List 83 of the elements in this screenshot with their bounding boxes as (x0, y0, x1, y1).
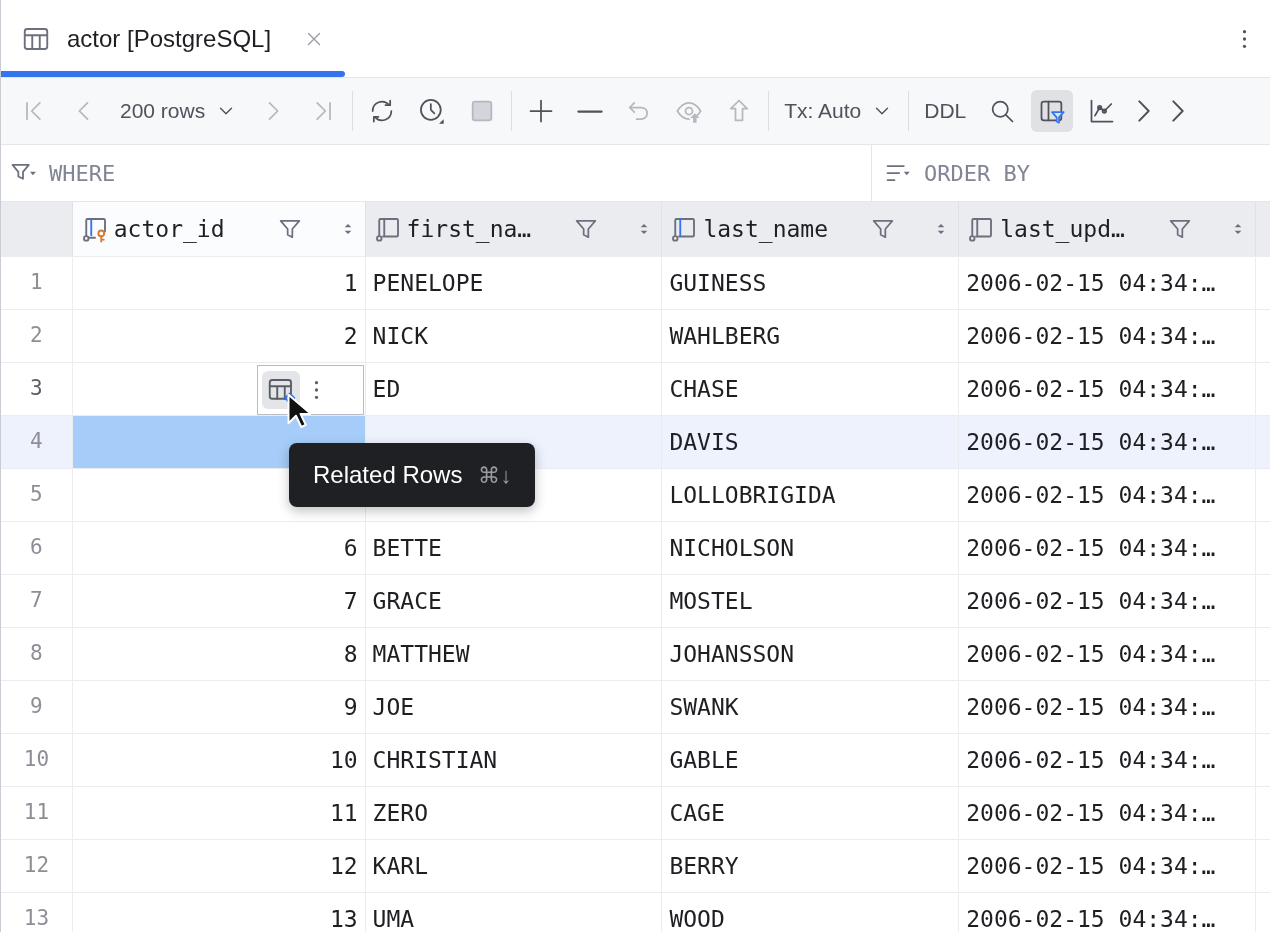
table-cell: JOHANSSON (662, 628, 960, 680)
editor-tab[interactable]: actor [PostgreSQL] (1, 0, 346, 77)
row-number: 9 (1, 681, 73, 733)
table-cell: 13 (72, 893, 366, 932)
column-name: last_upd… (1000, 214, 1125, 245)
table-cell: WAHLBERG (662, 310, 960, 362)
table-cell: GABLE (662, 734, 960, 786)
table-cell: GRACE (365, 575, 663, 627)
table-cell: CAGE (662, 787, 960, 839)
table-cell: 7 (72, 575, 366, 627)
table-cell: NICK (365, 310, 663, 362)
row-number: 6 (1, 522, 73, 574)
table-cell: 2006-02-15 04:34:… (959, 575, 1257, 627)
table-cell: ZERO (365, 787, 663, 839)
row-number: 3 (1, 363, 73, 415)
table-cell: 1 (72, 257, 366, 309)
column-name: last_name (703, 214, 829, 245)
table-cell: GUINESS (662, 257, 960, 309)
table-cell: MATTHEW (365, 628, 663, 680)
table-cell: 2006-02-15 04:34:… (959, 628, 1257, 680)
table-cell: CHRISTIAN (365, 734, 663, 786)
table-cell: WOOD (662, 893, 960, 932)
table-cell: 2006-02-15 04:34:… (959, 840, 1257, 892)
table-cell: 12 (72, 840, 366, 892)
row-number: 11 (1, 787, 73, 839)
table-cell: 2 (72, 310, 366, 362)
column-name: first_na… (406, 214, 532, 245)
table-cell: DAVIS (662, 416, 960, 468)
chevron-right-icon (1138, 100, 1151, 122)
table-cell: 2006-02-15 04:34:… (959, 257, 1257, 309)
table-cell: NICHOLSON (662, 522, 960, 574)
table-cell: 2006-02-15 04:34:… (959, 522, 1257, 574)
table-cell: 2006-02-15 04:34:… (959, 310, 1257, 362)
column-header[interactable]: actor_id (72, 202, 366, 256)
table-cell: 2006-02-15 04:34:… (959, 787, 1257, 839)
ddl-button[interactable]: DDL (917, 88, 974, 134)
row-number: 1 (1, 257, 73, 309)
filter-panel-button[interactable] (1031, 90, 1074, 132)
row-number: 12 (1, 840, 73, 892)
table-cell: UMA (365, 893, 663, 932)
table-cell: 6 (72, 522, 366, 574)
table-cell: 8 (72, 628, 366, 680)
table-cell: CHASE (662, 363, 960, 415)
table-cell: 2006-02-15 04:34:… (959, 469, 1257, 521)
table-cell: 2006-02-15 04:34:… (959, 363, 1257, 415)
chevron-right-icon (1172, 100, 1185, 122)
shortcut-label: ⌘↓ (478, 461, 512, 490)
table-cell: PENELOPE (365, 257, 663, 309)
table-cell: 9 (72, 681, 366, 733)
tooltip-label: Related Rows (313, 460, 463, 490)
table-cell: 2006-02-15 04:34:… (959, 681, 1257, 733)
where-field[interactable]: WHERE (47, 155, 863, 191)
row-number: 8 (1, 628, 73, 680)
row-number: 4 (1, 416, 73, 468)
table-cell: BERRY (662, 840, 960, 892)
row-number: 10 (1, 734, 73, 786)
column-name: actor_id (113, 214, 225, 245)
page-size-dropdown[interactable]: 200 rows (113, 88, 245, 134)
table-cell: 11 (72, 787, 366, 839)
clock-icon (418, 97, 447, 125)
column-header[interactable]: last_name (662, 202, 960, 256)
row-number: 2 (1, 310, 73, 362)
minus-icon (577, 109, 604, 113)
table-cell: 10 (72, 734, 366, 786)
table-cell: BETTE (365, 522, 663, 574)
table-cell: LOLLOBRIGIDA (662, 469, 960, 521)
row-number: 7 (1, 575, 73, 627)
row-number: 13 (1, 893, 73, 932)
table-cell: ED (365, 363, 663, 415)
table-cell: KARL (365, 840, 663, 892)
kebab-icon (1242, 28, 1247, 49)
kebab-icon (313, 380, 319, 400)
table-cell: JOE (365, 681, 663, 733)
table-cell: SWANK (662, 681, 960, 733)
order-by-field[interactable]: ORDER BY (922, 155, 1262, 191)
transaction-mode-dropdown[interactable]: Tx: Auto (777, 88, 901, 134)
table-cell: 2006-02-15 04:34:… (959, 416, 1257, 468)
table-cell: MOSTEL (662, 575, 960, 627)
column-header[interactable]: first_na… (365, 202, 663, 256)
table-cell: 2006-02-15 04:34:… (959, 734, 1257, 786)
row-number: 5 (1, 469, 73, 521)
table-cell: 2006-02-15 04:34:… (959, 893, 1257, 932)
column-header[interactable]: last_upd… (959, 202, 1257, 256)
